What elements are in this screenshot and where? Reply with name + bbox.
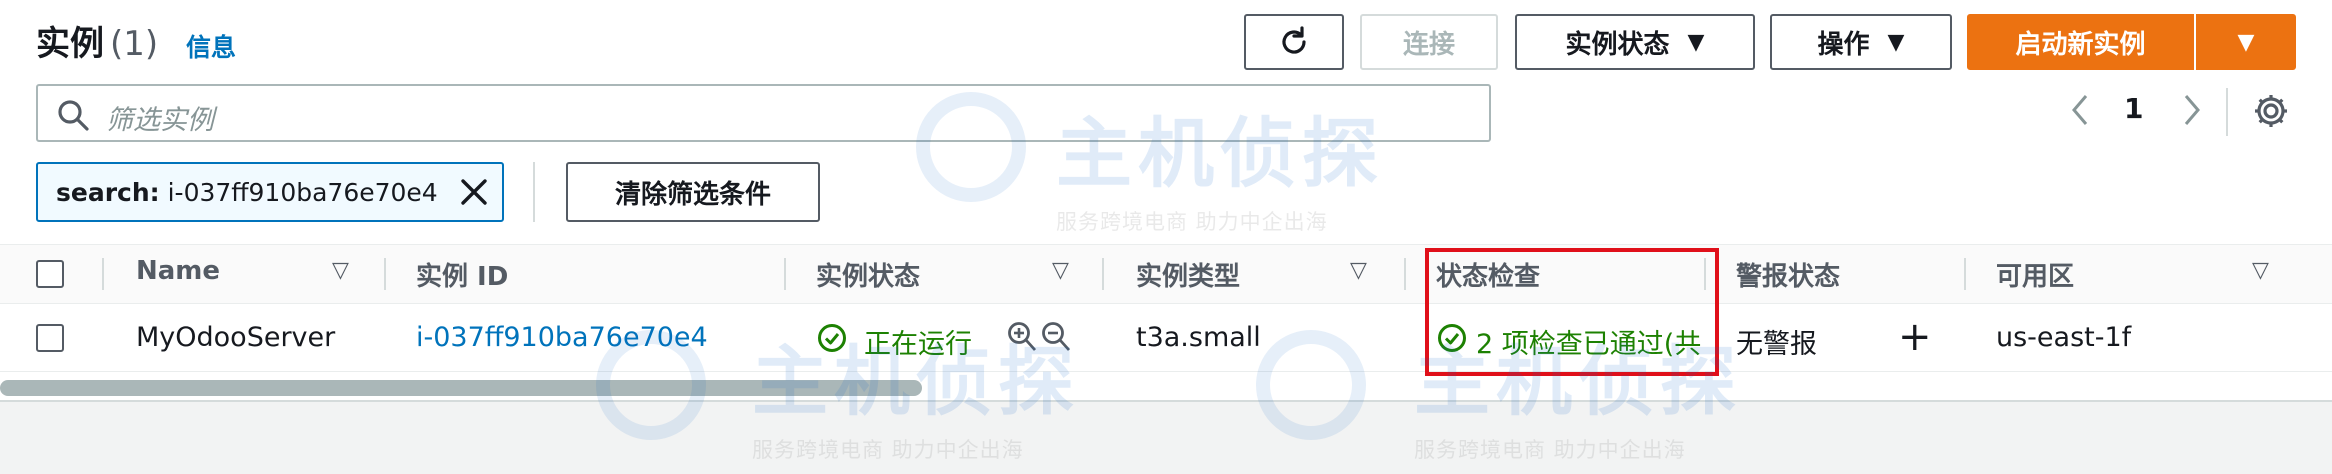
refresh-icon — [1282, 26, 1306, 54]
add-alarm-button[interactable]: + — [1898, 314, 1932, 360]
sort-icon[interactable]: ▽ — [1052, 258, 1069, 283]
row-checkbox[interactable] — [36, 324, 64, 352]
watermark-logo-icon — [596, 330, 706, 440]
filter-token-value: i-037ff910ba76e70e4 — [167, 177, 438, 207]
column-header-instance-type[interactable]: 实例类型 — [1136, 256, 1240, 293]
clear-filters-button[interactable]: 清除筛选条件 — [566, 162, 820, 222]
actions-button[interactable]: 操作 ▼ — [1770, 14, 1952, 70]
sort-icon[interactable]: ▽ — [1350, 258, 1367, 283]
filter-token: search: i-037ff910ba76e70e4 — [36, 162, 504, 222]
caret-down-icon: ▼ — [2237, 29, 2255, 55]
close-icon — [461, 179, 487, 205]
cell-instance-state: 正在运行 — [864, 329, 972, 360]
page-title-text: 实例 — [36, 24, 104, 64]
watermark-logo-icon — [1256, 330, 1366, 440]
column-divider — [784, 258, 786, 290]
cell-name: MyOdooServer — [136, 322, 336, 353]
watermark-slogan: 服务跨境电商 助力中企出海 — [1056, 210, 1328, 234]
zoom-out-icon — [1042, 322, 1071, 351]
preferences-button[interactable] — [2252, 92, 2290, 134]
launch-dropdown-button[interactable]: ▼ — [2196, 14, 2296, 70]
instance-state-label: 实例状态 — [1565, 29, 1670, 60]
page-title: 实例 (1) — [36, 16, 158, 65]
column-header-instance-id[interactable]: 实例 ID — [416, 256, 508, 293]
next-page-button[interactable] — [2178, 88, 2206, 136]
page-number[interactable]: 1 — [2124, 92, 2143, 125]
search-icon — [58, 100, 89, 131]
launch-instance-label: 启动新实例 — [2015, 29, 2146, 60]
search-placeholder: 筛选实例 — [106, 105, 214, 136]
launch-instance-button[interactable]: 启动新实例 — [1967, 14, 2194, 70]
previous-page-button[interactable] — [2066, 88, 2094, 136]
zoom-in-button[interactable] — [1006, 320, 1038, 358]
sort-icon[interactable]: ▽ — [332, 258, 349, 283]
actions-label: 操作 — [1817, 29, 1870, 60]
caret-down-icon: ▼ — [1687, 29, 1705, 55]
filter-divider — [533, 162, 535, 222]
watermark-logo-icon — [916, 92, 1026, 202]
column-divider — [1964, 258, 1966, 290]
select-all-checkbox[interactable] — [36, 260, 64, 288]
zoom-out-button[interactable] — [1040, 320, 1072, 358]
info-link[interactable]: 信息 — [186, 28, 236, 64]
running-status-icon — [816, 322, 848, 358]
connect-label: 连接 — [1402, 29, 1455, 60]
check-circle-icon — [818, 324, 846, 352]
column-divider — [1404, 258, 1406, 290]
search-input[interactable]: 筛选实例 — [36, 84, 1491, 142]
caret-down-icon: ▼ — [1887, 29, 1905, 55]
column-divider — [384, 258, 386, 290]
highlight-box — [1425, 248, 1719, 376]
instance-state-button[interactable]: 实例状态 ▼ — [1515, 14, 1755, 70]
remove-filter-button[interactable] — [458, 176, 490, 214]
column-divider — [102, 258, 104, 290]
cell-alarm-status: 无警报 — [1736, 329, 1817, 360]
connect-button[interactable]: 连接 — [1360, 14, 1498, 70]
cell-instance-type: t3a.small — [1136, 322, 1261, 353]
horizontal-scrollbar-thumb[interactable] — [0, 380, 922, 396]
column-header-availability-zone[interactable]: 可用区 — [1996, 256, 2074, 293]
clear-filters-label: 清除筛选条件 — [614, 179, 771, 210]
column-divider — [1102, 258, 1104, 290]
filter-token-key: search: — [56, 177, 160, 207]
zoom-in-icon — [1008, 322, 1037, 351]
chevron-left-icon — [2072, 95, 2088, 125]
instance-count: (1) — [110, 24, 159, 64]
details-panel — [0, 400, 2332, 474]
chevron-right-icon — [2184, 95, 2200, 125]
pager-divider — [2226, 88, 2228, 136]
sort-icon[interactable]: ▽ — [2252, 258, 2269, 283]
refresh-button[interactable] — [1244, 14, 1344, 70]
cell-availability-zone: us-east-1f — [1996, 322, 2132, 353]
column-header-alarm-status[interactable]: 警报状态 — [1736, 256, 1840, 293]
column-header-name[interactable]: Name — [136, 256, 220, 286]
column-header-instance-state[interactable]: 实例状态 — [816, 256, 920, 293]
gear-icon — [2255, 95, 2287, 127]
